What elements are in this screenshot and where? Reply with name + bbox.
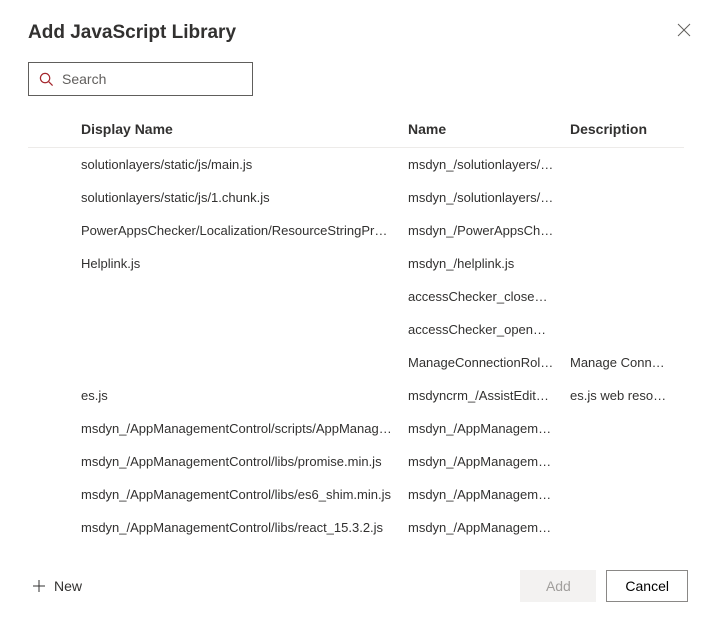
search-box[interactable] <box>28 62 253 96</box>
cell-display-name: es.js <box>81 388 408 403</box>
cell-display-name: msdyn_/AppManagementControl/libs/react_1… <box>81 520 408 535</box>
library-table[interactable]: Display Name Name Description solutionla… <box>28 110 688 546</box>
new-button-label: New <box>54 578 82 594</box>
search-input[interactable] <box>62 71 243 87</box>
cell-display-name: msdyn_/AppManagementControl/scripts/AppM… <box>81 421 408 436</box>
table-row[interactable]: solutionlayers/static/js/1.chunk.jsmsdyn… <box>28 181 684 214</box>
dialog: Add JavaScript Library Display Name Name… <box>0 0 716 622</box>
cell-description <box>570 487 684 502</box>
table-row[interactable]: Helplink.jsmsdyn_/helplink.js <box>28 247 684 280</box>
cell-display-name: msdyn_/AppManagementControl/libs/promise… <box>81 454 408 469</box>
header-name[interactable]: Name <box>408 121 570 137</box>
cell-description <box>570 190 684 205</box>
table-row[interactable]: msdyn_/AppManagementControl/libs/promise… <box>28 445 684 478</box>
add-button[interactable]: Add <box>520 570 596 602</box>
cell-description: Manage Connect... <box>570 355 684 370</box>
table-row[interactable]: es.jsmsdyncrm_/AssistEditCon...es.js web… <box>28 379 684 412</box>
cell-name: msdyn_/solutionlayers/sta... <box>408 157 570 172</box>
table-row[interactable]: PowerAppsChecker/Localization/ResourceSt… <box>28 214 684 247</box>
search-icon <box>39 72 54 87</box>
cell-name: accessChecker_openDialo... <box>408 322 570 337</box>
table-row[interactable]: msdyn_/AppManagementControl/scripts/AppM… <box>28 412 684 445</box>
header-display-name[interactable]: Display Name <box>81 121 408 137</box>
table-row[interactable]: accessChecker_openDialo... <box>28 313 684 346</box>
close-icon <box>677 23 691 37</box>
cell-display-name: msdyn_/AppManagementControl/libs/es6_shi… <box>81 487 408 502</box>
table-header: Display Name Name Description <box>28 111 684 148</box>
cell-display-name: PowerAppsChecker/Localization/ResourceSt… <box>81 223 408 238</box>
table-row[interactable]: msdyn_/AppManagementControl/libs/es6_shi… <box>28 478 684 511</box>
cell-name: msdyn_/AppManagement... <box>408 520 570 535</box>
cell-description <box>570 223 684 238</box>
cell-description: es.js web resource. <box>570 388 684 403</box>
cell-name: msdyn_/solutionlayers/sta... <box>408 190 570 205</box>
plus-icon <box>32 579 46 593</box>
cell-name: ManageConnectionRoles.... <box>408 355 570 370</box>
cell-description <box>570 289 684 304</box>
cell-name: msdyn_/helplink.js <box>408 256 570 271</box>
table-row[interactable]: solutionlayers/static/js/main.jsmsdyn_/s… <box>28 148 684 181</box>
table-row[interactable]: ManageConnectionRoles....Manage Connect.… <box>28 346 684 379</box>
cell-display-name <box>81 289 408 304</box>
dialog-footer: New Add Cancel <box>28 546 688 602</box>
cell-name: accessChecker_closeDialo... <box>408 289 570 304</box>
table-row[interactable]: accessChecker_closeDialo... <box>28 280 684 313</box>
new-button[interactable]: New <box>28 572 86 600</box>
cell-description <box>570 454 684 469</box>
dialog-title: Add JavaScript Library <box>28 22 236 44</box>
cell-description <box>570 520 684 535</box>
cell-display-name: solutionlayers/static/js/main.js <box>81 157 408 172</box>
footer-actions: Add Cancel <box>520 570 688 602</box>
cell-description <box>570 157 684 172</box>
cell-display-name: Helplink.js <box>81 256 408 271</box>
cell-name: msdyn_/PowerAppsCheck... <box>408 223 570 238</box>
dialog-header: Add JavaScript Library <box>28 22 688 44</box>
cell-name: msdyncrm_/AssistEditCon... <box>408 388 570 403</box>
close-button[interactable] <box>672 18 696 42</box>
cell-name: msdyn_/AppManagement... <box>408 454 570 469</box>
cell-description <box>570 256 684 271</box>
cancel-button[interactable]: Cancel <box>606 570 688 602</box>
cell-display-name: solutionlayers/static/js/1.chunk.js <box>81 190 408 205</box>
header-description[interactable]: Description <box>570 121 684 137</box>
cell-description <box>570 322 684 337</box>
cell-description <box>570 421 684 436</box>
cell-name: msdyn_/AppManagement... <box>408 421 570 436</box>
cell-name: msdyn_/AppManagement... <box>408 487 570 502</box>
table-row[interactable]: msdyn_/AppManagementControl/libs/react_1… <box>28 511 684 544</box>
cell-display-name <box>81 355 408 370</box>
cell-display-name <box>81 322 408 337</box>
